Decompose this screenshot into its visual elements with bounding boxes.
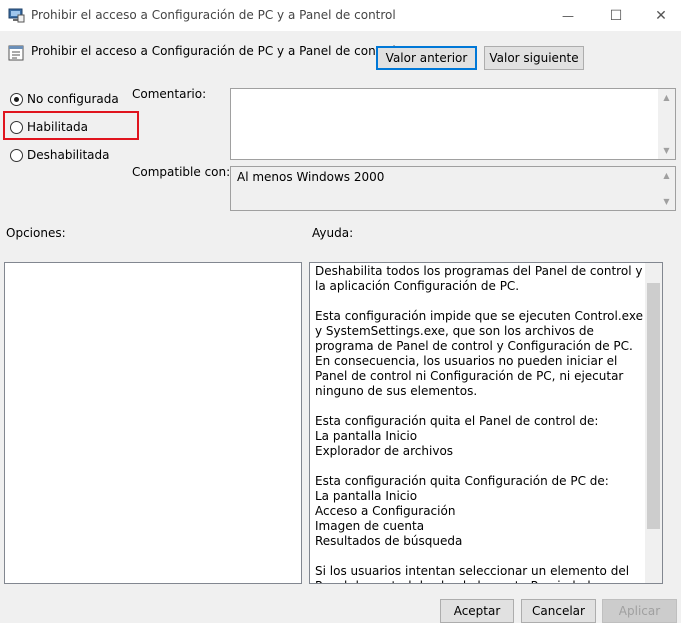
radio-checked-icon[interactable] (10, 92, 23, 106)
radio-disabled[interactable]: Deshabilitada (10, 147, 109, 163)
options-label: Opciones: (6, 226, 66, 240)
radio-label: No configurada (27, 92, 119, 106)
radio-enabled[interactable]: Habilitada (10, 119, 88, 135)
radio-label: Habilitada (27, 120, 89, 134)
maximize-button[interactable]: ☐ (593, 0, 639, 31)
scroll-down-icon[interactable]: ▼ (658, 142, 675, 159)
apply-button[interactable]: Aplicar (602, 599, 677, 623)
help-paragraph: Esta configuración impide que se ejecute… (315, 309, 643, 398)
radio-unchecked-icon[interactable] (10, 120, 23, 134)
policy-setting-icon (8, 45, 24, 61)
scroll-up-icon[interactable]: ▲ (658, 167, 675, 184)
supported-scrollbar[interactable]: ▲ ▼ (658, 167, 675, 210)
help-paragraph: Deshabilita todos los programas del Pane… (315, 264, 643, 293)
help-text: Deshabilita todos los programas del Pane… (315, 264, 651, 583)
minimize-icon: — (562, 8, 574, 23)
help-paragraph: Esta configuración quita Configuración d… (315, 474, 609, 548)
radio-label: Deshabilitada (27, 148, 110, 162)
close-button[interactable]: ✕ (638, 0, 681, 31)
help-panel[interactable]: Deshabilita todos los programas del Pane… (309, 262, 663, 584)
next-setting-button[interactable]: Valor siguiente (484, 46, 584, 70)
cancel-button[interactable]: Cancelar (521, 599, 596, 623)
help-label: Ayuda: (312, 226, 354, 240)
minimize-button[interactable]: — (545, 0, 591, 31)
scroll-down-icon[interactable]: ▼ (658, 193, 675, 210)
options-panel (4, 262, 302, 584)
previous-setting-button[interactable]: Valor anterior (376, 46, 477, 70)
close-icon: ✕ (655, 7, 667, 24)
radio-unchecked-icon[interactable] (10, 148, 23, 162)
help-scrollbar[interactable] (645, 263, 662, 583)
radio-not-configured[interactable]: No configurada (10, 91, 119, 107)
supported-on-value: Al menos Windows 2000 (237, 170, 385, 184)
comment-scrollbar[interactable]: ▲ ▼ (658, 89, 675, 159)
supported-on-label: Compatible con: (132, 165, 231, 179)
help-paragraph: Si los usuarios intentan seleccionar un … (315, 564, 642, 583)
window-title: Prohibir el acceso a Configuración de PC… (31, 8, 396, 22)
help-paragraph: Esta configuración quita el Panel de con… (315, 414, 599, 458)
policy-window-icon (8, 8, 25, 23)
comment-value (231, 89, 675, 95)
maximize-icon: ☐ (609, 7, 623, 24)
policy-name: Prohibir el acceso a Configuración de PC… (31, 44, 396, 58)
comment-input[interactable]: ▲ ▼ (230, 88, 676, 160)
help-scroll-thumb[interactable] (647, 283, 660, 529)
scroll-up-icon[interactable]: ▲ (658, 89, 675, 106)
supported-on-field: Al menos Windows 2000 ▲ ▼ (230, 166, 676, 211)
ok-button[interactable]: Aceptar (440, 599, 514, 623)
comment-label: Comentario: (132, 87, 207, 101)
